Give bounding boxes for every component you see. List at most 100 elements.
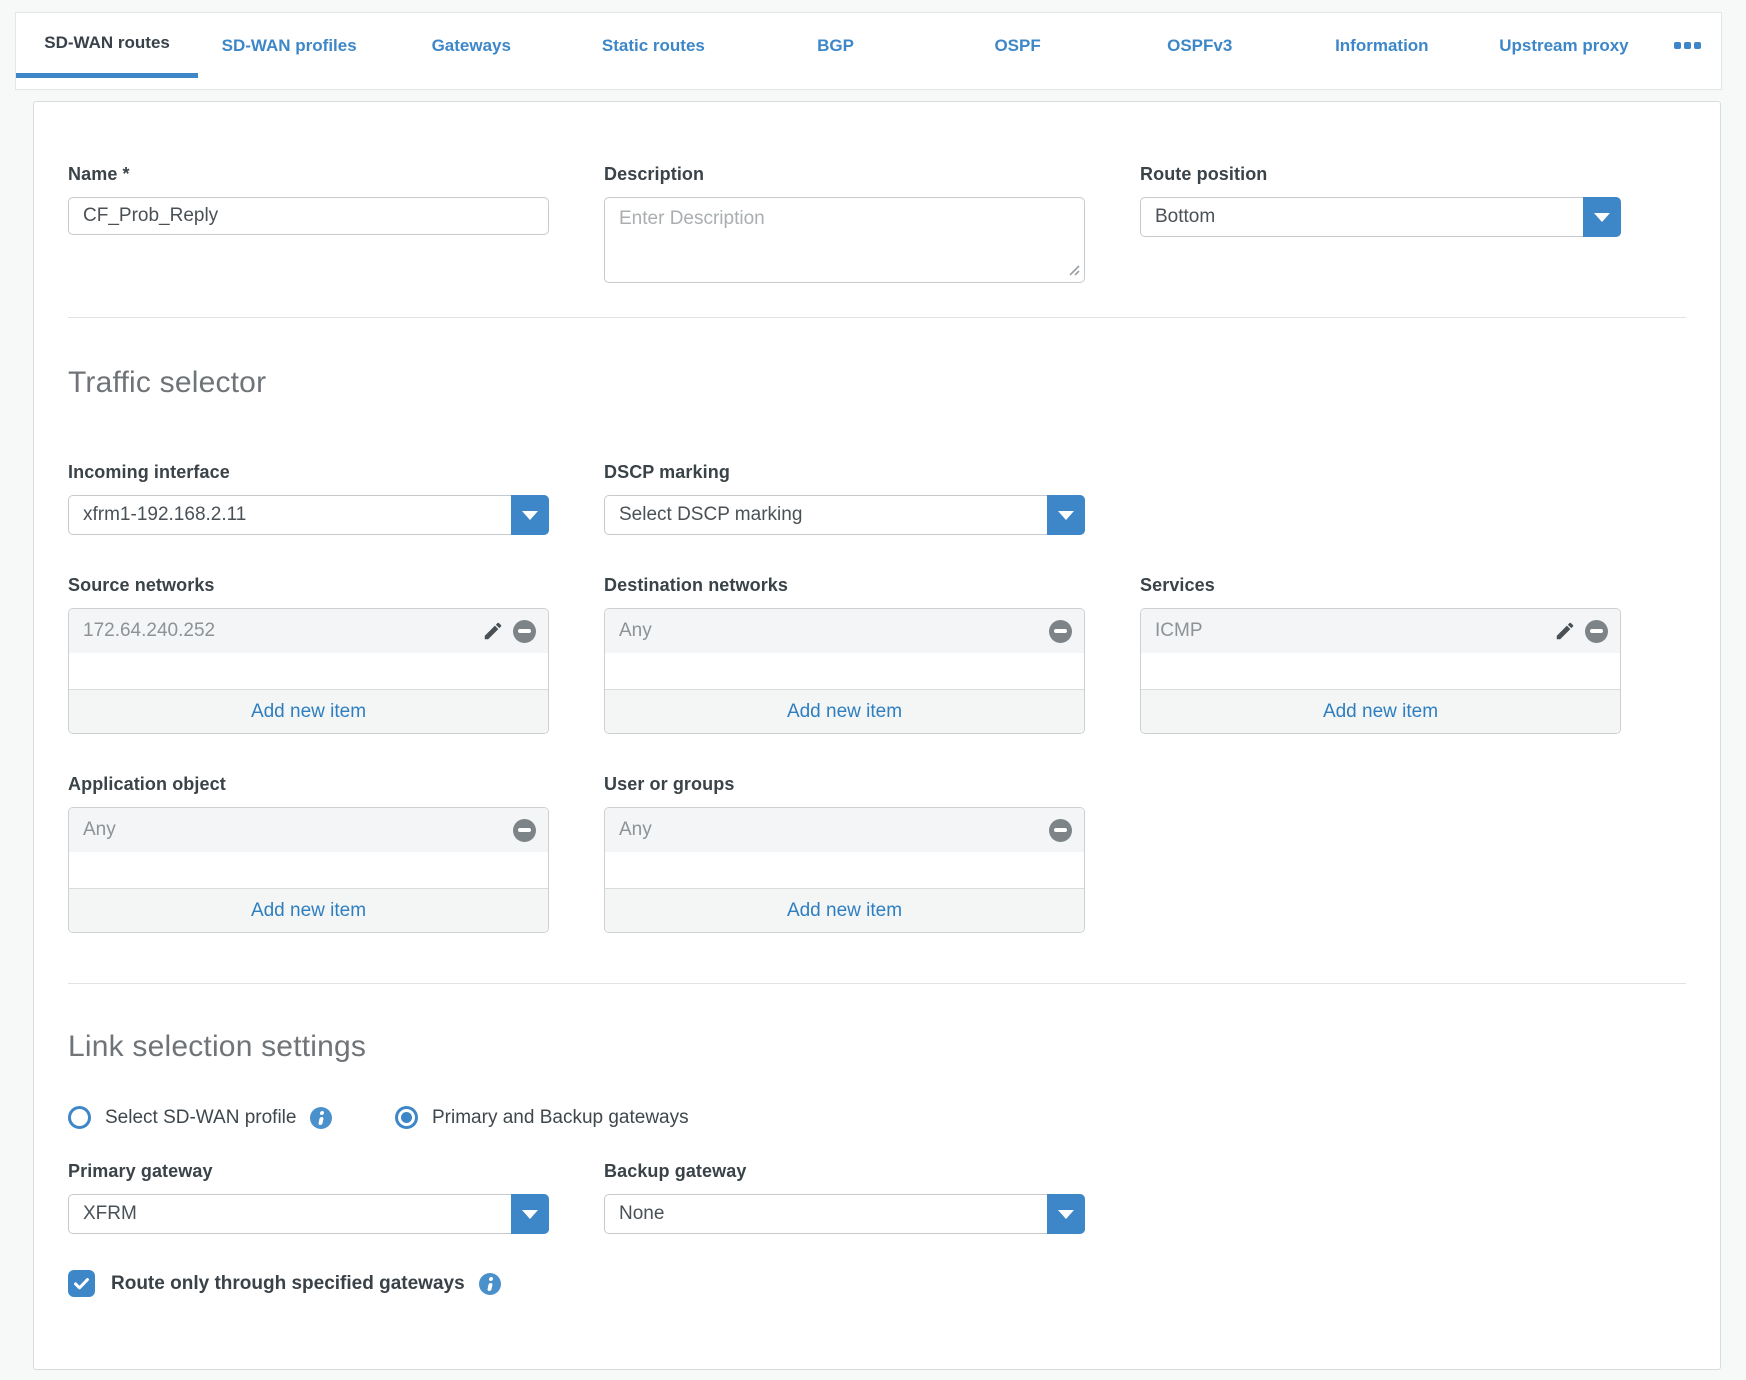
list-item-value: Any: [83, 819, 504, 841]
chevron-down-icon: [1058, 1210, 1074, 1219]
radio-select-sdwan-profile[interactable]: Select SD-WAN profile: [68, 1106, 395, 1129]
route-position-label: Route position: [1140, 164, 1621, 185]
list-item-value: Any: [619, 819, 1040, 841]
section-divider: [68, 983, 1686, 984]
user-or-groups-listbox: Any Add new item: [604, 807, 1085, 933]
list-item-value: Any: [619, 620, 1040, 642]
chevron-down-icon: [1058, 511, 1074, 520]
dscp-marking-field-group: DSCP marking Select DSCP marking: [604, 462, 1085, 535]
application-object-field-group: Application object Any Add new item: [68, 774, 549, 933]
destination-networks-listbox: Any Add new item: [604, 608, 1085, 734]
name-field-group: Name *: [68, 164, 549, 235]
source-networks-label: Source networks: [68, 575, 549, 596]
radio-label: Select SD-WAN profile: [105, 1107, 296, 1129]
tab-bgp[interactable]: BGP: [744, 13, 926, 78]
list-item-value: ICMP: [1155, 620, 1554, 642]
info-icon: [479, 1273, 501, 1295]
chevron-down-icon: [522, 1210, 538, 1219]
list-item: 172.64.240.252: [69, 609, 548, 653]
dropdown-button: [1583, 197, 1621, 237]
tab-information[interactable]: Information: [1291, 13, 1473, 78]
dropdown-button: [1047, 495, 1085, 535]
more-tabs-button[interactable]: [1655, 13, 1721, 78]
section-divider: [68, 317, 1686, 318]
user-or-groups-label: User or groups: [604, 774, 1085, 795]
destination-networks-field-group: Destination networks Any Add new item: [604, 575, 1085, 734]
services-field-group: Services ICMP Add new item: [1140, 575, 1621, 734]
traffic-selector-heading: Traffic selector: [68, 366, 1686, 400]
checkbox-checked-icon: [68, 1270, 95, 1297]
name-input[interactable]: [68, 197, 549, 235]
incoming-interface-value: xfrm1-192.168.2.11: [69, 496, 548, 534]
listbox-spacer: [605, 653, 1084, 689]
dropdown-button: [511, 495, 549, 535]
tab-upstream-proxy[interactable]: Upstream proxy: [1473, 13, 1655, 78]
dscp-marking-select[interactable]: Select DSCP marking: [604, 495, 1085, 535]
dropdown-button: [511, 1194, 549, 1234]
dscp-marking-value: Select DSCP marking: [605, 496, 1084, 534]
application-object-label: Application object: [68, 774, 549, 795]
list-item: ICMP: [1141, 609, 1620, 653]
primary-gateway-select[interactable]: XFRM: [68, 1194, 549, 1234]
application-object-listbox: Any Add new item: [68, 807, 549, 933]
tab-ospf[interactable]: OSPF: [927, 13, 1109, 78]
add-new-item-button[interactable]: Add new item: [1141, 689, 1620, 733]
tab-static-routes[interactable]: Static routes: [562, 13, 744, 78]
radio-selected-icon: [395, 1106, 418, 1129]
name-label: Name *: [68, 164, 549, 185]
route-only-checkbox-row[interactable]: Route only through specified gateways: [68, 1270, 1686, 1297]
checkbox-label: Route only through specified gateways: [111, 1273, 465, 1295]
route-editor-card: Name * Description Route position Bottom…: [33, 101, 1721, 1370]
destination-networks-label: Destination networks: [604, 575, 1085, 596]
route-position-select[interactable]: Bottom: [1140, 197, 1621, 237]
tab-ospfv3[interactable]: OSPFv3: [1109, 13, 1291, 78]
tab-gateways[interactable]: Gateways: [380, 13, 562, 78]
backup-gateway-field-group: Backup gateway None: [604, 1161, 1085, 1234]
source-networks-field-group: Source networks 172.64.240.252 Add new i…: [68, 575, 549, 734]
description-textarea[interactable]: [604, 197, 1085, 283]
remove-minus-icon[interactable]: [1585, 620, 1608, 643]
info-icon: [310, 1107, 332, 1129]
backup-gateway-label: Backup gateway: [604, 1161, 1085, 1182]
listbox-spacer: [1141, 653, 1620, 689]
description-label: Description: [604, 164, 1085, 185]
services-listbox: ICMP Add new item: [1140, 608, 1621, 734]
add-new-item-button[interactable]: Add new item: [69, 689, 548, 733]
remove-minus-icon[interactable]: [513, 819, 536, 842]
edit-pencil-icon[interactable]: [482, 620, 504, 642]
list-item: Any: [605, 808, 1084, 852]
edit-pencil-icon[interactable]: [1554, 620, 1576, 642]
radio-label: Primary and Backup gateways: [432, 1107, 689, 1129]
incoming-interface-select[interactable]: xfrm1-192.168.2.11: [68, 495, 549, 535]
resize-handle-icon[interactable]: [1066, 262, 1080, 276]
remove-minus-icon[interactable]: [1049, 620, 1072, 643]
list-item-value: 172.64.240.252: [83, 620, 482, 642]
list-item: Any: [605, 609, 1084, 653]
radio-primary-backup-gateways[interactable]: Primary and Backup gateways: [395, 1106, 689, 1129]
description-field-group: Description: [604, 164, 1085, 283]
services-label: Services: [1140, 575, 1621, 596]
primary-gateway-label: Primary gateway: [68, 1161, 549, 1182]
listbox-spacer: [605, 852, 1084, 888]
add-new-item-button[interactable]: Add new item: [69, 888, 548, 932]
primary-gateway-value: XFRM: [69, 1195, 548, 1233]
incoming-interface-field-group: Incoming interface xfrm1-192.168.2.11: [68, 462, 549, 535]
add-new-item-button[interactable]: Add new item: [605, 689, 1084, 733]
route-position-value: Bottom: [1141, 198, 1620, 236]
tab-sdwan-routes[interactable]: SD-WAN routes: [16, 13, 198, 78]
listbox-spacer: [69, 852, 548, 888]
add-new-item-button[interactable]: Add new item: [605, 888, 1084, 932]
ellipsis-icon: [1674, 42, 1701, 49]
chevron-down-icon: [522, 511, 538, 520]
list-item: Any: [69, 808, 548, 852]
tab-sdwan-profiles[interactable]: SD-WAN profiles: [198, 13, 380, 78]
remove-minus-icon[interactable]: [513, 620, 536, 643]
backup-gateway-select[interactable]: None: [604, 1194, 1085, 1234]
dropdown-button: [1047, 1194, 1085, 1234]
chevron-down-icon: [1594, 213, 1610, 222]
radio-unselected-icon: [68, 1106, 91, 1129]
route-position-field-group: Route position Bottom: [1140, 164, 1621, 237]
backup-gateway-value: None: [605, 1195, 1084, 1233]
tab-bar: SD-WAN routes SD-WAN profiles Gateways S…: [15, 12, 1722, 90]
remove-minus-icon[interactable]: [1049, 819, 1072, 842]
